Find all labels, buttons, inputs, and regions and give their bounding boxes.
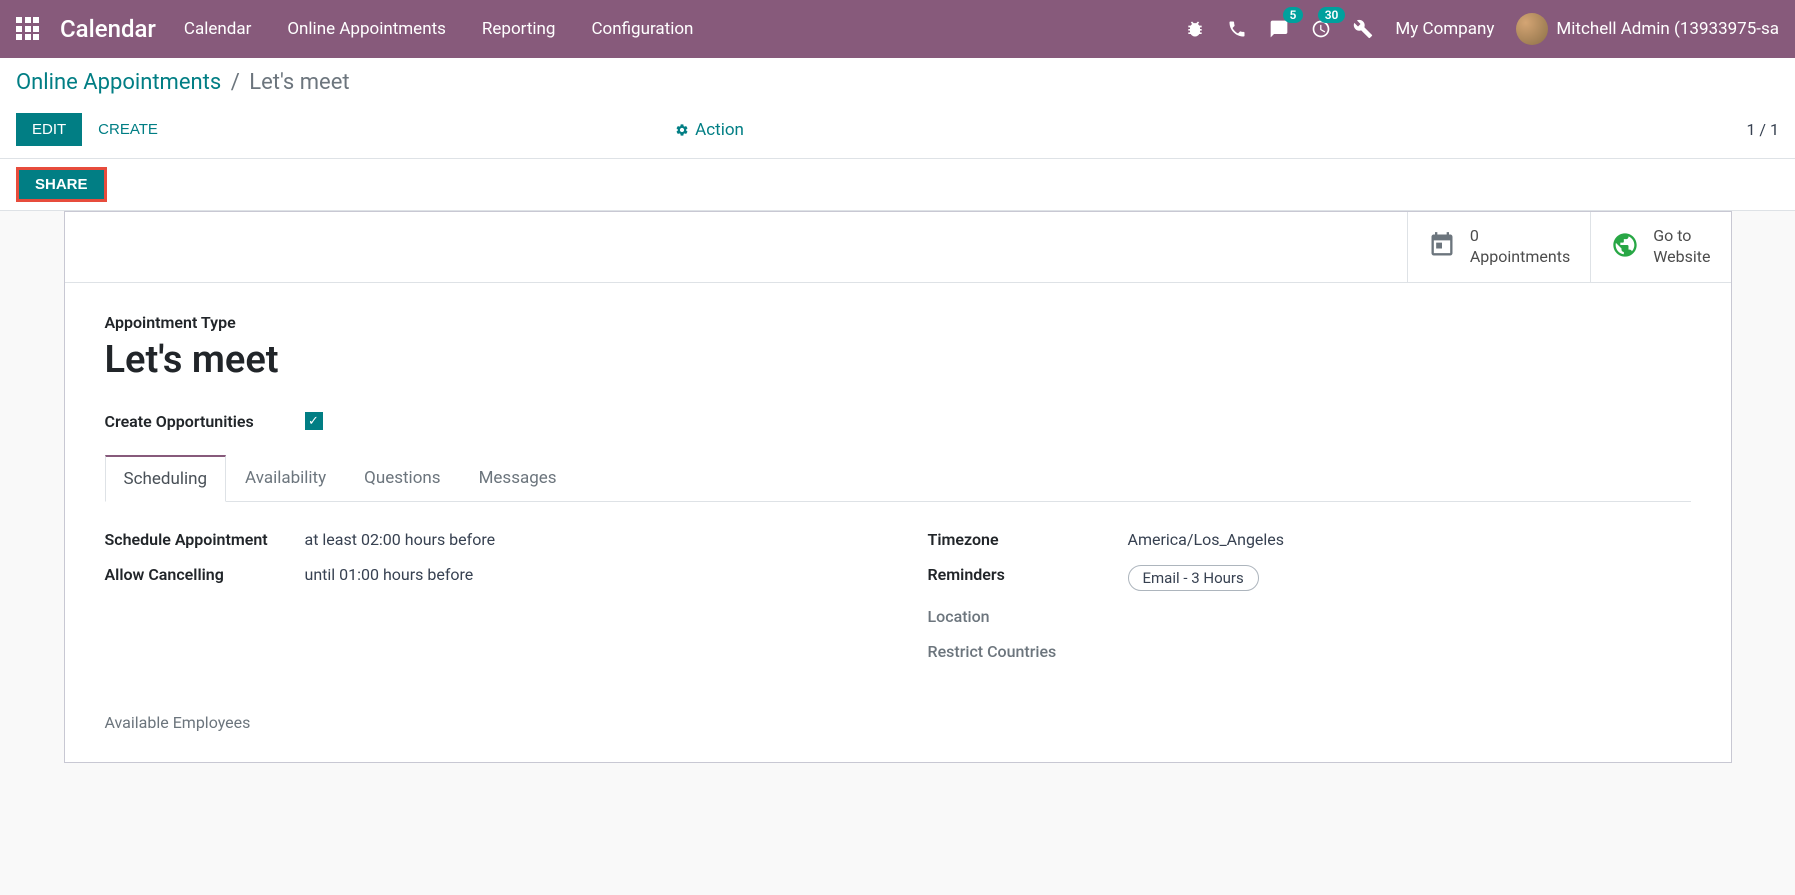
button-box: 0 Appointments Go to Website (65, 212, 1731, 283)
status-bar: Share (0, 159, 1795, 211)
location-label: Location (928, 607, 1128, 626)
app-brand[interactable]: Calendar (60, 15, 156, 43)
cancel-label: Allow Cancelling (105, 565, 305, 584)
nav-calendar[interactable]: Calendar (176, 19, 259, 39)
user-menu[interactable]: Mitchell Admin (13933975-sa (1516, 13, 1779, 45)
website-line1: Go to (1653, 226, 1710, 247)
appointments-stat-button[interactable]: 0 Appointments (1407, 212, 1590, 282)
messages-icon[interactable]: 5 (1269, 19, 1289, 39)
nav-reporting[interactable]: Reporting (474, 19, 564, 39)
tab-scheduling[interactable]: Scheduling (105, 455, 227, 502)
activities-icon[interactable]: 30 (1311, 19, 1331, 39)
main-navbar: Calendar Calendar Online Appointments Re… (0, 0, 1795, 58)
tabs: Scheduling Availability Questions Messag… (105, 455, 1691, 502)
debug-icon[interactable] (1185, 19, 1205, 39)
nav-configuration[interactable]: Configuration (583, 19, 701, 39)
tools-icon[interactable] (1353, 19, 1373, 39)
company-selector[interactable]: My Company (1395, 19, 1494, 39)
apps-icon[interactable] (16, 17, 40, 41)
schedule-value: at least 02:00 hours before (305, 530, 496, 549)
breadcrumb: Online Appointments / Let's meet (16, 70, 1779, 95)
reminder-tag: Email - 3 Hours (1128, 565, 1259, 591)
breadcrumb-current: Let's meet (249, 70, 349, 95)
create-button[interactable]: Create (82, 113, 174, 146)
activities-badge: 30 (1318, 7, 1346, 23)
cancel-value: until 01:00 hours before (305, 565, 474, 584)
tab-availability[interactable]: Availability (226, 455, 345, 502)
breadcrumb-parent[interactable]: Online Appointments (16, 70, 221, 95)
globe-icon (1611, 231, 1639, 263)
messages-badge: 5 (1283, 7, 1304, 23)
timezone-label: Timezone (928, 530, 1128, 549)
avatar (1516, 13, 1548, 45)
create-opportunities-checkbox[interactable]: ✓ (305, 412, 323, 430)
form-sheet: 0 Appointments Go to Website Appointment… (64, 211, 1732, 763)
tab-content: Schedule Appointment at least 02:00 hour… (105, 502, 1691, 689)
tab-messages[interactable]: Messages (460, 455, 576, 502)
appointment-type-label: Appointment Type (105, 313, 1691, 332)
share-button[interactable]: Share (16, 167, 107, 202)
breadcrumb-separator: / (231, 70, 240, 95)
create-opportunities-label: Create Opportunities (105, 412, 305, 431)
website-stat-button[interactable]: Go to Website (1590, 212, 1730, 282)
countries-label: Restrict Countries (928, 642, 1128, 661)
tab-questions[interactable]: Questions (345, 455, 459, 502)
appointments-count: 0 (1470, 226, 1570, 247)
gear-icon (675, 123, 689, 137)
action-dropdown[interactable]: Action (675, 120, 744, 140)
pager[interactable]: 1 / 1 (1746, 120, 1779, 139)
calendar-icon (1428, 231, 1456, 263)
phone-icon[interactable] (1227, 19, 1247, 39)
website-line2: Website (1653, 247, 1710, 268)
user-name: Mitchell Admin (13933975-sa (1556, 19, 1779, 39)
appointments-label: Appointments (1470, 247, 1570, 268)
reminders-label: Reminders (928, 565, 1128, 591)
page-title: Let's meet (105, 338, 1691, 382)
schedule-label: Schedule Appointment (105, 530, 305, 549)
nav-online-appointments[interactable]: Online Appointments (279, 19, 454, 39)
edit-button[interactable]: Edit (16, 113, 82, 146)
action-label: Action (695, 120, 744, 140)
timezone-value: America/Los_Angeles (1128, 530, 1285, 549)
control-panel: Online Appointments / Let's meet Edit Cr… (0, 58, 1795, 159)
available-employees-label: Available Employees (105, 713, 1691, 732)
